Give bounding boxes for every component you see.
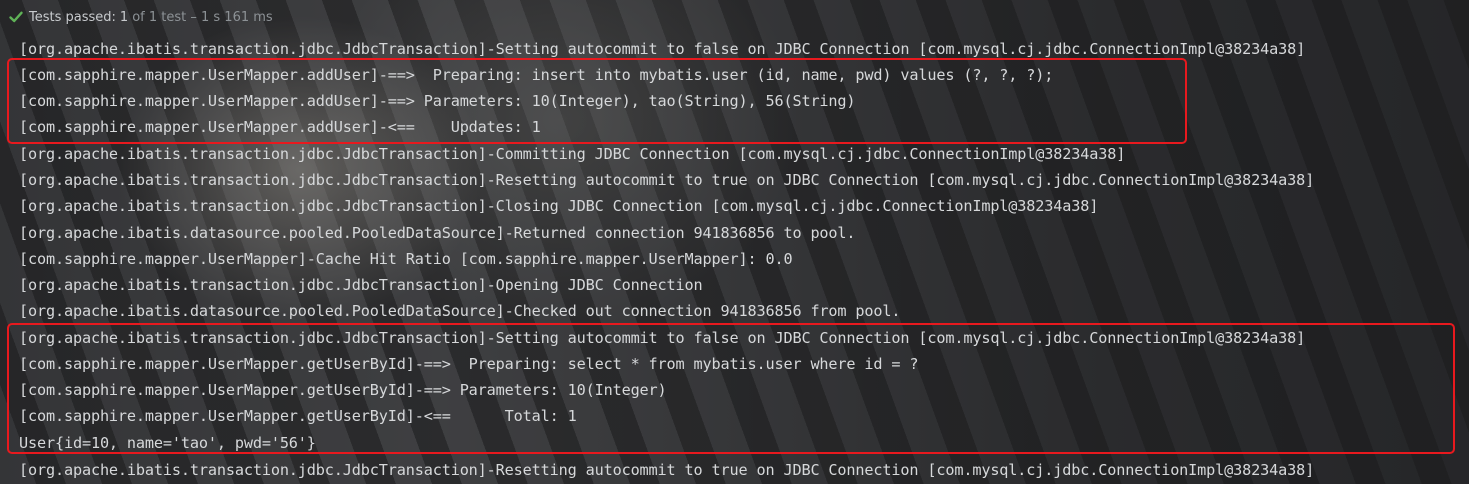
log-line: [org.apache.ibatis.datasource.pooled.Poo…: [19, 302, 901, 320]
log-line: [com.sapphire.mapper.UserMapper.addUser]…: [19, 118, 541, 136]
log-line: [org.apache.ibatis.transaction.jdbc.Jdbc…: [19, 461, 1315, 479]
tests-passed-label: Tests passed:: [29, 9, 116, 25]
tests-summary: of 1 test – 1 s 161 ms: [132, 9, 273, 25]
log-line: [com.sapphire.mapper.UserMapper]-Cache H…: [19, 250, 793, 268]
log-line: [com.sapphire.mapper.UserMapper.getUserB…: [19, 407, 577, 425]
tests-passed-count: 1: [119, 9, 129, 25]
log-line: [org.apache.ibatis.datasource.pooled.Poo…: [19, 224, 856, 242]
log-line: [com.sapphire.mapper.UserMapper.getUserB…: [19, 355, 919, 373]
log-line: [org.apache.ibatis.transaction.jdbc.Jdbc…: [19, 40, 1306, 58]
log-line: [com.sapphire.mapper.UserMapper.getUserB…: [19, 381, 667, 399]
check-icon: [8, 9, 24, 25]
log-line: [org.apache.ibatis.transaction.jdbc.Jdbc…: [19, 145, 1126, 163]
test-status-bar: Tests passed: 1 of 1 test – 1 s 161 ms: [0, 0, 1469, 34]
log-line: [org.apache.ibatis.transaction.jdbc.Jdbc…: [19, 171, 1315, 189]
log-line: [org.apache.ibatis.transaction.jdbc.Jdbc…: [19, 276, 703, 294]
run-tool-window: Tests passed: 1 of 1 test – 1 s 161 ms […: [0, 0, 1469, 484]
log-line: [org.apache.ibatis.transaction.jdbc.Jdbc…: [19, 329, 1306, 347]
log-line: [com.sapphire.mapper.UserMapper.addUser]…: [19, 66, 1054, 84]
log-line: User{id=10, name='tao', pwd='56'}: [19, 434, 316, 452]
log-line: [com.sapphire.mapper.UserMapper.addUser]…: [19, 92, 856, 110]
log-line: [org.apache.ibatis.transaction.jdbc.Jdbc…: [19, 197, 1099, 215]
